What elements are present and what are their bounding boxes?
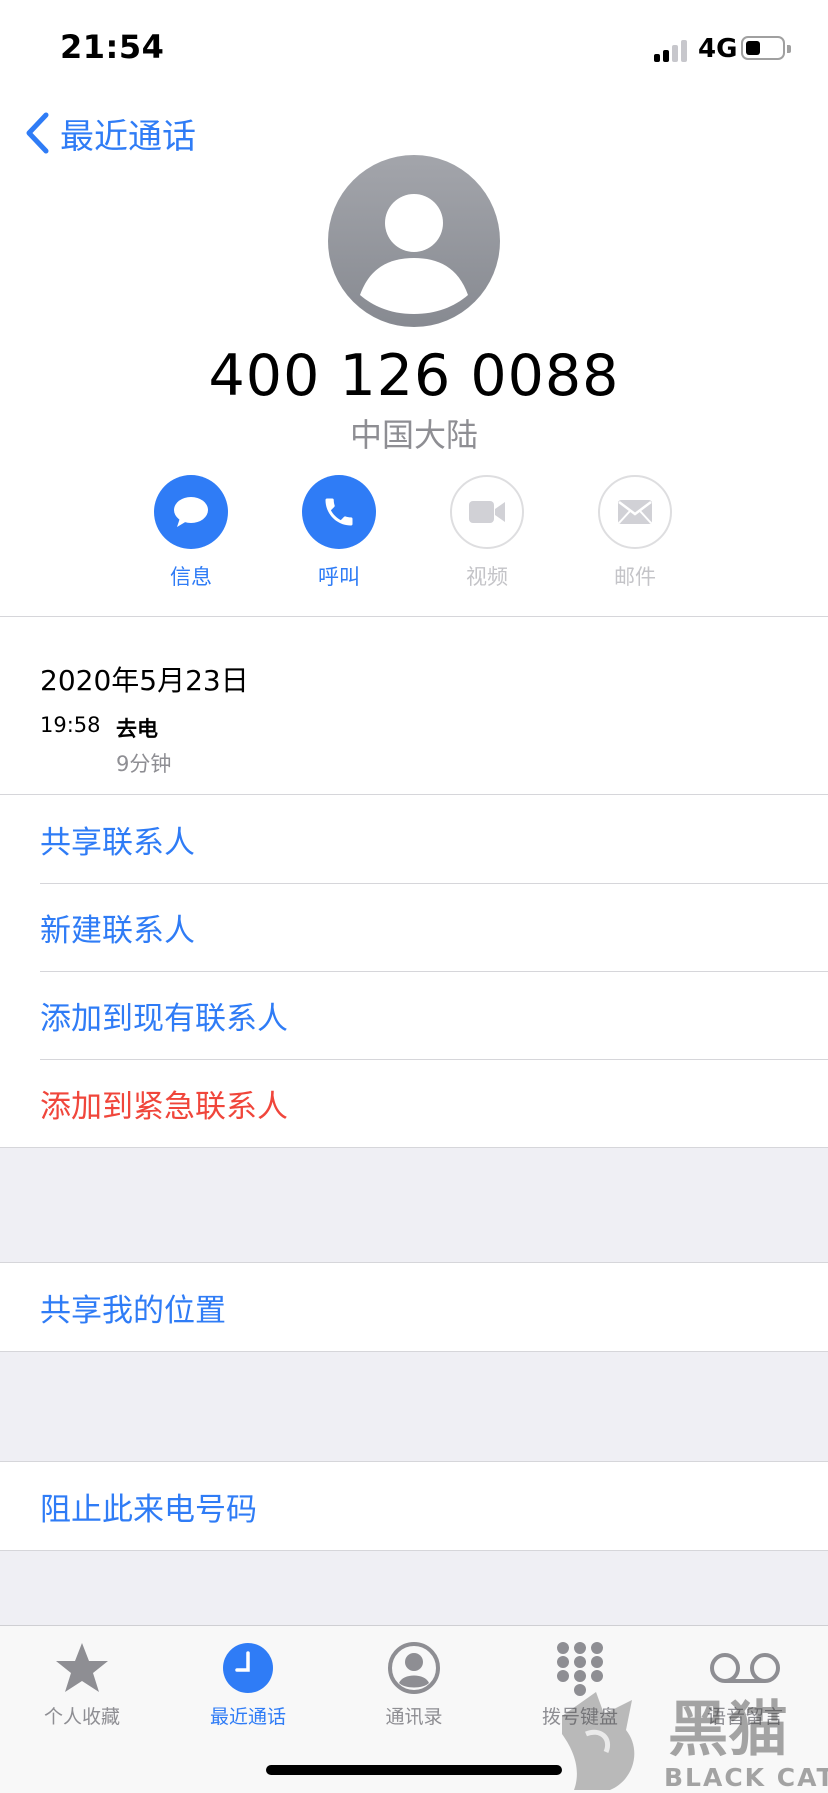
back-button[interactable]: 最近通话 [22,108,196,158]
avatar [328,155,500,327]
tab-recents[interactable]: 最近通话 [173,1638,323,1729]
block-group: 阻止此来电号码 [0,1461,828,1551]
tab-label: 最近通话 [209,1706,286,1728]
tab-favorites[interactable]: 个人收藏 [7,1638,157,1729]
block-caller-button[interactable]: 阻止此来电号码 [0,1462,828,1550]
call-log: 2020年5月23日 19:58 去电 9分钟 [0,617,828,794]
status-time: 21:54 [60,28,165,66]
tab-voicemail[interactable]: 语音留言 [670,1638,820,1729]
add-to-existing-contact-button[interactable]: 添加到现有联系人 [0,971,828,1059]
voicemail-icon [710,1653,780,1683]
share-location-button[interactable]: 共享我的位置 [0,1263,828,1351]
tab-label: 个人收藏 [43,1706,120,1728]
clock-icon [223,1643,273,1693]
call-date: 2020年5月23日 [40,664,249,697]
video-label: 视频 [466,565,508,589]
mail-icon [618,500,652,524]
keypad-icon [557,1642,603,1696]
share-contact-button[interactable]: 共享联系人 [0,795,828,883]
message-icon [174,497,208,527]
contact-actions-group: 共享联系人 新建联系人 添加到现有联系人 添加到紧急联系人 [0,794,828,1148]
back-label: 最近通话 [60,116,196,157]
tab-contacts[interactable]: 通讯录 [339,1638,489,1729]
status-bar: 21:54 4G [0,0,828,100]
network-type: 4G [698,34,738,64]
message-button[interactable]: 信息 [141,475,241,591]
new-contact-button[interactable]: 新建联系人 [0,883,828,971]
video-icon [469,501,505,523]
call-button[interactable]: 呼叫 [289,475,389,591]
person-silhouette-icon [360,194,468,314]
signal-icon [654,38,690,62]
add-to-emergency-contact-button[interactable]: 添加到紧急联系人 [0,1059,828,1147]
contacts-icon [388,1642,440,1694]
location-group: 共享我的位置 [0,1262,828,1352]
tab-keypad[interactable]: 拨号键盘 [505,1638,655,1729]
home-indicator [266,1765,562,1775]
video-button: 视频 [437,475,537,591]
star-icon [56,1643,108,1692]
phone-number: 400 126 0088 [208,343,620,409]
number-region: 中国大陆 [349,416,478,454]
call-label: 呼叫 [318,565,360,589]
call-time: 19:58 [40,713,101,737]
chevron-left-icon [26,112,49,154]
mail-button: 邮件 [585,475,685,591]
call-duration: 9分钟 [116,752,172,776]
phone-icon [325,498,353,526]
tab-label: 通讯录 [385,1706,443,1728]
battery-icon [741,36,791,60]
tab-label: 拨号键盘 [541,1706,618,1728]
tab-label: 语音留言 [706,1706,783,1728]
message-label: 信息 [170,565,212,589]
mail-label: 邮件 [614,565,656,589]
call-type: 去电 [116,717,158,741]
